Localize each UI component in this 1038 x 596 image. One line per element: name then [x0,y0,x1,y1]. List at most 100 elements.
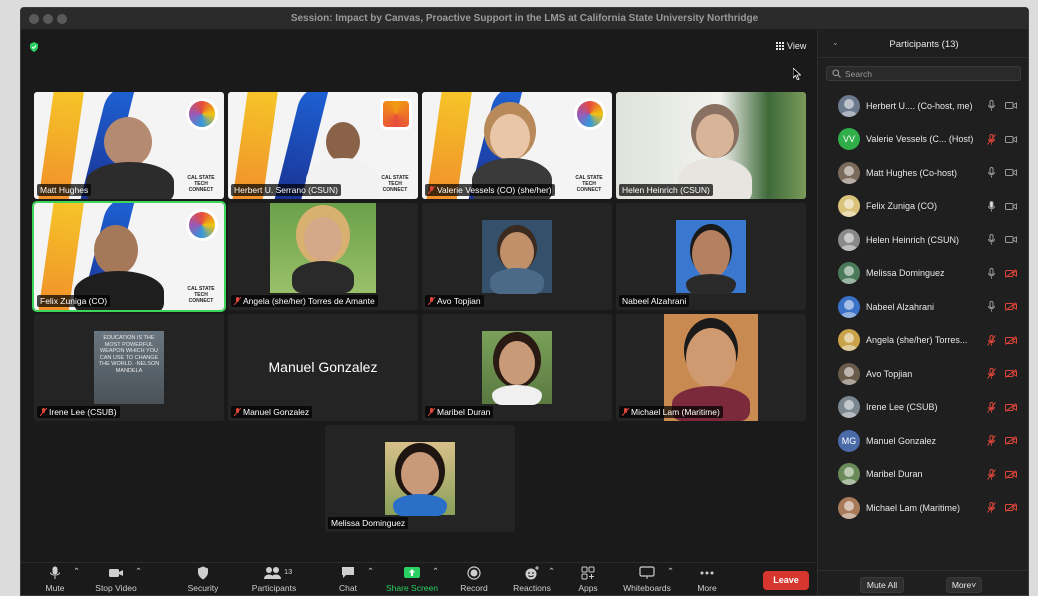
quote-image: EDUCATION IS THE MOST POWERFUL WEAPON WH… [94,331,164,404]
apps-button[interactable]: Apps [576,566,600,593]
participant-row[interactable]: Michael Lam (Maritime) [818,491,1028,524]
banner-text: CAL STATE TECH CONNECT [381,175,409,193]
participant-row[interactable]: VV Valerie Vessels (C... (Host) [818,123,1028,156]
participant-head [696,114,734,158]
avatar [838,362,860,385]
participant-row[interactable]: Angela (she/her) Torres... [818,324,1028,357]
reactions-options-caret[interactable]: ⌃ [548,566,555,577]
participant-row[interactable]: Felix Zuniga (CO) [818,190,1028,223]
participant-name: Helen Heinrich (CSUN) [866,234,960,245]
participant-name: Irene Lee (CSUB) [866,402,938,412]
muted-mic-icon [987,334,996,346]
video-tile-manuel-gonzalez[interactable]: Manuel Gonzalez Manuel Gonzalez [228,314,418,421]
participant-row[interactable]: Nabeel Alzahrani [818,290,1028,323]
video-tile-maribel-duran[interactable]: Maribel Duran [422,314,612,421]
participant-row[interactable]: Maribel Duran [818,458,1028,491]
view-button[interactable]: View [776,41,806,51]
tile-name-label: Michael Lam (Maritime) [619,406,723,418]
video-off-icon [1005,436,1017,445]
muted-mic-icon [987,435,996,446]
participants-count: 13 [284,567,293,576]
more-options-button[interactable]: More˅ [946,577,982,593]
participant-name: Valerie Vessels (C... (Host) [866,134,974,144]
participant-row[interactable]: Herbert U.... (Co-host, me) [818,89,1028,122]
microphone-icon [988,301,995,312]
stop-video-button[interactable]: Stop Video [93,566,139,593]
muted-mic-icon [234,408,241,416]
video-camera-icon [1005,135,1017,143]
security-button[interactable]: Security [186,566,220,593]
muted-mic-icon [40,408,47,416]
more-button[interactable]: More [694,566,720,593]
mute-button[interactable]: Mute [43,566,67,593]
avatar [838,496,860,519]
record-button[interactable]: Record [458,566,490,593]
video-gallery: View CAL STATE TECH CONNECT Matt Hughes C… [21,30,816,562]
muted-mic-icon [987,468,996,480]
leave-button[interactable]: Leave [763,571,809,590]
quote-text: EDUCATION IS THE MOST POWERFUL WEAPON WH… [98,335,160,374]
participant-row[interactable]: MG Manuel Gonzalez [818,424,1028,457]
tile-name-label: Helen Heinrich (CSUN) [619,184,713,196]
video-tile-melissa-dominguez[interactable]: Melissa Dominguez [325,425,515,532]
avatar [838,262,860,284]
tile-name-label: Maribel Duran [425,406,494,418]
muted-mic-icon [428,186,435,194]
whiteboard-icon [639,566,655,579]
participant-row[interactable]: Avo Topjian [818,357,1028,390]
participant-row[interactable]: Irene Lee (CSUB) [818,391,1028,424]
participant-row[interactable]: Melissa Dominguez [818,257,1028,290]
video-tile-helen-heinrich[interactable]: Helen Heinrich (CSUN) [616,92,806,199]
video-camera-icon [1005,102,1017,109]
title-bar: Session: Impact by Canvas, Proactive Sup… [21,8,1028,30]
participants-icon [264,567,281,579]
meeting-toolbar: Mute ⌃ Stop Video ⌃ Security Participant… [21,562,816,595]
banner-text: CAL STATE TECH CONNECT [187,286,215,304]
participant-head [94,225,138,275]
chat-button[interactable]: Chat [337,566,359,593]
video-tile-herbert-serrano[interactable]: CAL STATE TECH CONNECT Herbert U. Serrano… [228,92,418,199]
video-tile-irene-lee[interactable]: EDUCATION IS THE MOST POWERFUL WEAPON WH… [34,314,224,421]
avatar [838,329,860,351]
mouse-cursor-icon [793,68,801,80]
mute-options-caret[interactable]: ⌃ [73,566,80,577]
video-tile-matt-hughes[interactable]: CAL STATE TECH CONNECT Matt Hughes [34,92,224,199]
video-tile-nabeel-alzahrani[interactable]: Nabeel Alzahrani [616,203,806,310]
security-shield-icon [198,566,208,580]
video-off-icon [1005,302,1017,311]
participant-row[interactable]: Matt Hughes (Co-host) [818,156,1028,189]
muted-mic-icon [234,297,241,305]
video-tile-michael-lam[interactable]: Michael Lam (Maritime) [616,314,806,421]
encryption-shield-icon[interactable] [29,42,39,52]
video-tile-angela-torres[interactable]: Angela (she/her) Torres de Amante [228,203,418,310]
video-tile-valerie-vessels[interactable]: CAL STATE TECH CONNECT Valerie Vessels (C… [422,92,612,199]
participants-search[interactable] [826,66,1021,81]
participant-name: Maribel Duran [866,469,923,479]
video-off-icon [1005,268,1017,278]
chat-options-caret[interactable]: ⌃ [367,566,374,577]
video-off-name: Manuel Gonzalez [268,359,378,375]
video-options-caret[interactable]: ⌃ [135,566,142,577]
mute-all-button[interactable]: Mute All [860,577,904,593]
more-dots-icon [700,571,714,575]
video-tile-avo-topjian[interactable]: Avo Topjian [422,203,612,310]
share-options-caret[interactable]: ⌃ [432,566,439,577]
participant-name: Manuel Gonzalez [866,435,937,446]
microphone-icon [988,167,995,178]
avatar: MG [838,429,860,452]
microphone-icon [988,100,995,111]
whiteboards-options-caret[interactable]: ⌃ [667,566,674,577]
tile-name-label: Avo Topjian [425,295,484,307]
video-camera-icon [109,569,123,577]
event-badge-logo [380,98,412,130]
participant-head [104,117,152,167]
share-screen-button[interactable]: Share Screen [385,566,439,593]
apps-icon [581,566,595,580]
video-tile-felix-zuniga[interactable]: CAL STATE TECH CONNECT Felix Zuniga (CO) [32,201,226,312]
video-off-icon [1005,369,1017,378]
reactions-button[interactable]: Reactions [511,566,553,593]
participant-row[interactable]: Helen Heinrich (CSUN) [818,223,1028,256]
participant-head [490,114,530,160]
search-input[interactable] [845,68,1015,79]
muted-mic-icon [987,502,996,513]
